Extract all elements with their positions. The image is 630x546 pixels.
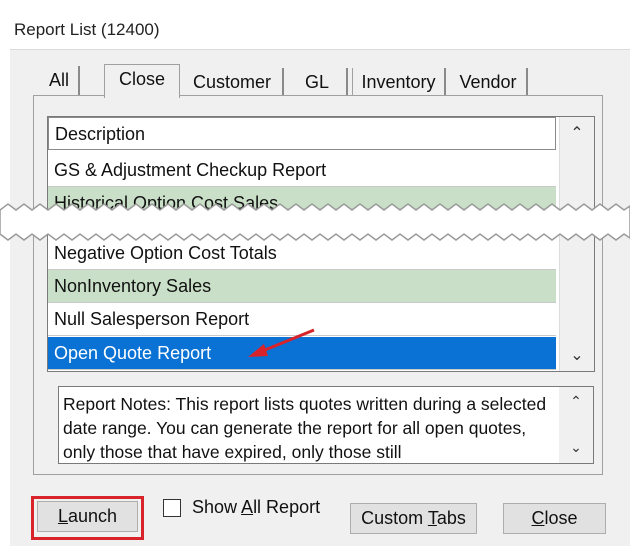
close-button[interactable]: Close	[503, 503, 606, 534]
scroll-down-icon[interactable]: ⌄	[560, 345, 594, 371]
launch-button[interactable]: Launch	[37, 501, 138, 532]
launch-label-post: aunch	[67, 506, 118, 526]
show-all-label[interactable]: Show All Report	[192, 497, 320, 518]
close-label-accel: C	[531, 508, 545, 528]
custom-tabs-label-post: abs	[436, 508, 466, 528]
tab-gl[interactable]: GL	[288, 68, 348, 98]
tab-inventory[interactable]: Inventory	[352, 68, 446, 98]
custom-tabs-button[interactable]: Custom Tabs	[350, 503, 477, 534]
title-bar: Report List (12400)	[10, 10, 630, 50]
report-notes[interactable]: Report Notes: This report lists quotes w…	[58, 386, 594, 464]
column-header-description[interactable]: Description	[48, 117, 556, 150]
tab-vendor[interactable]: Vendor	[450, 68, 528, 98]
window-title: Report List (12400)	[14, 20, 160, 39]
show-all-label-accel: A	[241, 497, 254, 517]
launch-label-accel: L	[57, 506, 68, 526]
annotation-arrow-icon	[248, 328, 315, 357]
notes-scrollbar[interactable]: ⌃ ⌄	[559, 387, 593, 463]
custom-tabs-label-accel: T	[427, 508, 437, 528]
torn-edge-divider	[0, 203, 630, 241]
scroll-up-icon[interactable]: ⌃	[560, 123, 594, 153]
custom-tabs-label-pre: Custom	[361, 508, 428, 528]
show-all-label-post: ll Report	[253, 497, 321, 517]
tab-all[interactable]: All	[40, 66, 80, 96]
scroll-up-icon[interactable]: ⌃	[559, 393, 593, 410]
show-all-checkbox[interactable]	[163, 499, 181, 517]
list-item[interactable]: NonInventory Sales	[48, 270, 556, 303]
close-label-post: lose	[544, 508, 578, 528]
tab-close[interactable]: Close	[104, 64, 180, 98]
show-all-label-pre: Show	[192, 497, 242, 517]
tab-customer[interactable]: Customer	[182, 68, 284, 98]
report-notes-text: Report Notes: This report lists quotes w…	[63, 394, 547, 462]
scroll-down-icon[interactable]: ⌄	[559, 439, 593, 456]
list-item[interactable]: GS & Adjustment Checkup Report	[48, 154, 556, 187]
